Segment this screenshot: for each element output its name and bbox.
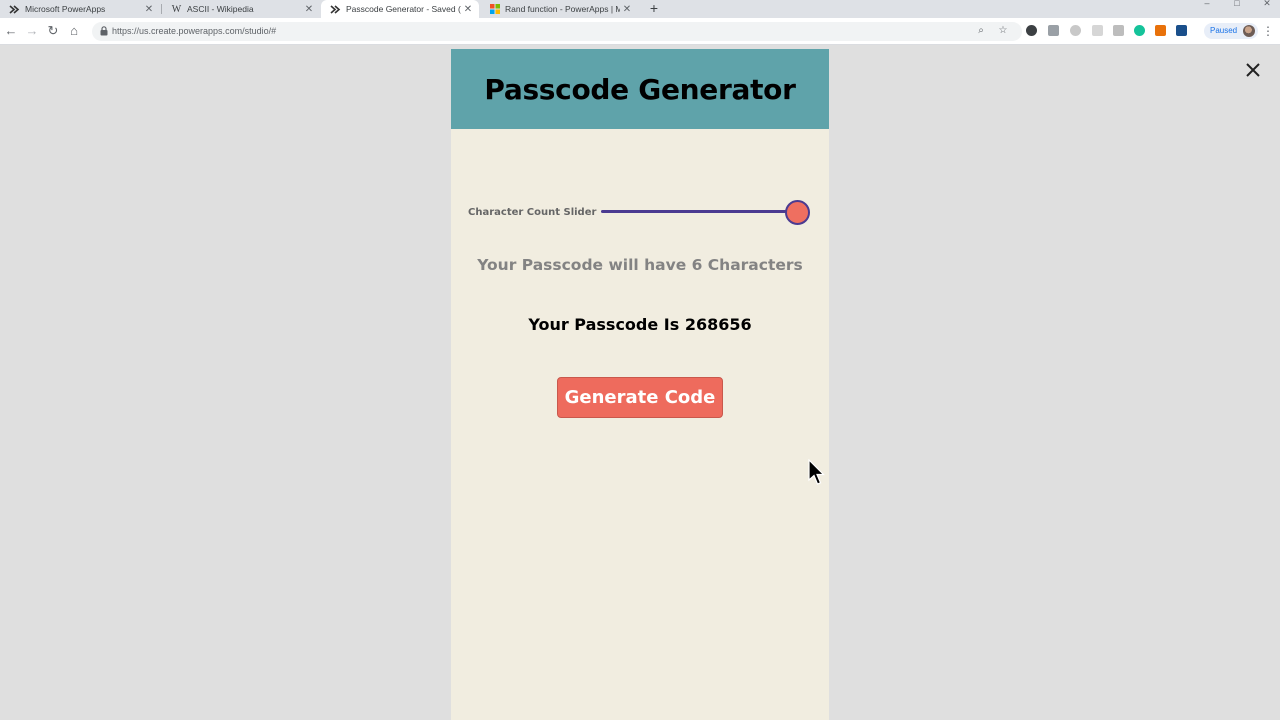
microsoft-icon <box>489 4 500 15</box>
window-close-icon[interactable]: ✕ <box>1258 0 1276 8</box>
grammarly-icon[interactable] <box>1134 25 1145 36</box>
browser-toolbar: ← → ↻ ⌂ https://us.create.powerapps.com/… <box>0 18 1280 45</box>
powerapps-icon <box>330 4 341 15</box>
back-icon[interactable]: ← <box>3 23 19 39</box>
menu-icon[interactable]: ⋮ <box>1262 23 1274 39</box>
browser-tab-strip: Microsoft PowerApps ✕ W ASCII - Wikipedi… <box>0 0 1280 18</box>
extension-icon[interactable] <box>1048 25 1059 36</box>
app-title: Passcode Generator <box>484 73 796 106</box>
close-icon[interactable]: ✕ <box>461 4 475 15</box>
character-count-slider[interactable] <box>601 210 797 213</box>
minimize-icon[interactable]: – <box>1198 0 1216 8</box>
app-screen: Passcode Generator Character Count Slide… <box>451 49 829 720</box>
tab-title: ASCII - Wikipedia <box>187 4 254 14</box>
app-header: Passcode Generator <box>451 49 829 129</box>
reload-icon[interactable]: ↻ <box>45 23 61 39</box>
tab-rand-function[interactable]: Rand function - PowerApps | Mic ✕ <box>480 0 638 18</box>
tab-ascii-wikipedia[interactable]: W ASCII - Wikipedia ✕ <box>162 0 320 18</box>
close-icon[interactable]: ✕ <box>620 4 634 15</box>
tab-title: Passcode Generator - Saved (Un <box>346 4 461 14</box>
tab-passcode-generator[interactable]: Passcode Generator - Saved (Un ✕ <box>321 0 479 18</box>
home-icon[interactable]: ⌂ <box>66 23 82 39</box>
extension-icon[interactable] <box>1155 25 1166 36</box>
mouse-cursor-icon <box>808 459 825 485</box>
url-text: https://us.create.powerapps.com/studio/# <box>112 26 277 36</box>
extension-icon[interactable] <box>1026 25 1037 36</box>
tab-microsoft-powerapps[interactable]: Microsoft PowerApps ✕ <box>0 0 160 18</box>
address-bar[interactable]: https://us.create.powerapps.com/studio/#… <box>92 22 1022 41</box>
slider-label: Character Count Slider <box>468 207 597 218</box>
profile-status: Paused <box>1210 26 1238 35</box>
wikipedia-icon: W <box>171 3 182 15</box>
zoom-icon[interactable]: ⌕ <box>974 24 988 38</box>
extension-icon[interactable] <box>1070 25 1081 36</box>
profile-button[interactable]: Paused <box>1204 23 1258 39</box>
close-icon[interactable]: ✕ <box>142 4 156 15</box>
extension-icon[interactable] <box>1113 25 1124 36</box>
extension-icon[interactable] <box>1176 25 1187 36</box>
lock-icon <box>100 26 108 36</box>
tab-title: Microsoft PowerApps <box>25 4 106 14</box>
close-icon[interactable] <box>1241 58 1265 82</box>
tab-title: Rand function - PowerApps | Mic <box>505 4 620 14</box>
extension-icon[interactable] <box>1092 25 1103 36</box>
slider-thumb[interactable] <box>784 200 810 225</box>
new-tab-button[interactable]: + <box>646 0 662 18</box>
character-count-text: Your Passcode will have 6 Characters <box>477 256 803 274</box>
forward-icon[interactable]: → <box>24 23 40 39</box>
avatar <box>1243 25 1255 37</box>
generate-code-button[interactable]: Generate Code <box>557 377 723 418</box>
maximize-icon[interactable]: □ <box>1228 0 1246 8</box>
bookmark-star-icon[interactable]: ☆ <box>996 24 1010 38</box>
passcode-result: Your Passcode Is 268656 <box>528 315 752 334</box>
powerapps-icon <box>9 4 20 15</box>
close-icon[interactable]: ✕ <box>302 4 316 15</box>
